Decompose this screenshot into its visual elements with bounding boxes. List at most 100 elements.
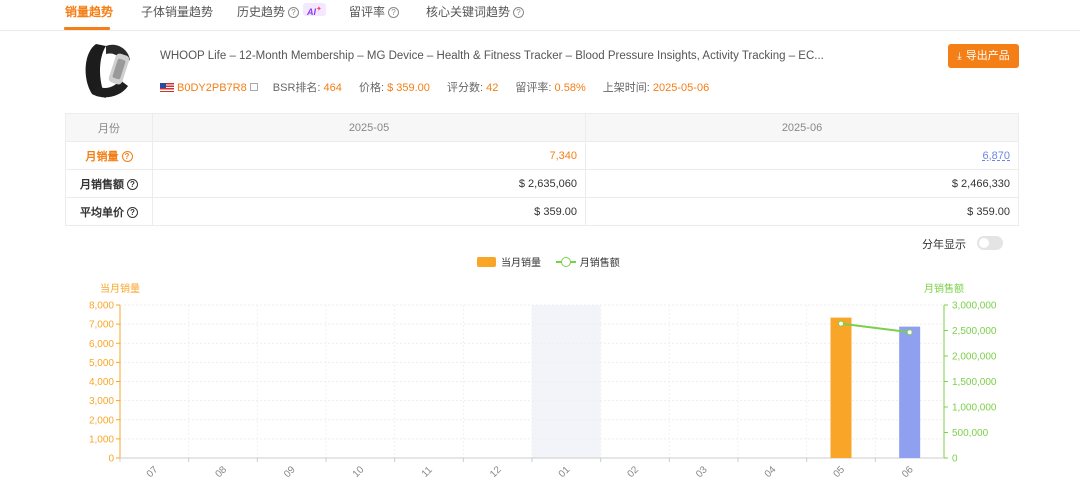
x-tick-label: 09 (282, 464, 298, 477)
month-column-header: 2025-05 (152, 113, 586, 142)
y-tick-label-left: 4,000 (89, 377, 114, 388)
table-header-row: 月份 2025-05 2025-06 (65, 113, 1019, 142)
tab-label: 销量趋势 (65, 5, 114, 19)
monthly-sales-table: 月份 2025-05 2025-06 月销量? 7,340 6,870 月销售额… (65, 113, 1019, 226)
row-label: 月销量 (85, 150, 119, 163)
tab-label: 子体销量趋势 (141, 5, 214, 19)
external-link-icon[interactable] (249, 83, 258, 91)
y-tick-label-right: 2,500,000 (952, 326, 997, 337)
product-meta: B0DY2PB7R8 BSR排名: 464 价格: $ 359.00 评分数: … (160, 79, 723, 95)
y-tick-label-left: 0 (108, 454, 114, 465)
ratings-value: 42 (486, 82, 499, 94)
x-tick-label: 02 (625, 464, 641, 477)
ai-badge-label: AI (307, 7, 317, 17)
legend-label: 月销售额 (579, 258, 620, 269)
help-icon[interactable]: ? (288, 7, 300, 18)
x-tick-label: 08 (213, 464, 229, 477)
export-product-button[interactable]: ⤓ 导出产品 (948, 44, 1019, 68)
x-tick-label: 03 (694, 464, 710, 477)
help-icon[interactable]: ? (513, 7, 525, 18)
y-tick-label-right: 2,000,000 (952, 352, 997, 363)
table-cell[interactable]: 6,870 (585, 141, 1019, 170)
tab-bar: 销量趋势 子体销量趋势 历史趋势? AI✦ 留评率? 核心关键词趋势? (0, 0, 1080, 31)
row-label: 月销售额 (80, 178, 124, 191)
x-tick-label: 10 (351, 464, 367, 477)
review-rate-value: 0.58% (554, 82, 586, 94)
x-tick-label: 06 (900, 464, 916, 477)
month-header: 月份 (65, 113, 153, 142)
y-tick-label-right: 0 (952, 454, 958, 465)
revenue-point (838, 320, 844, 327)
tab-label: 历史趋势 (237, 5, 286, 19)
month-column-header: 2025-06 (585, 113, 1019, 142)
line-swatch-icon (555, 257, 576, 267)
table-cell: $ 2,635,060 (152, 169, 586, 198)
ai-badge: AI✦ (303, 3, 326, 17)
bsr-value: 464 (323, 82, 342, 94)
y-tick-label-left: 5,000 (89, 358, 114, 369)
tab-keyword-trend[interactable]: 核心关键词趋势? (426, 3, 525, 25)
legend-item-revenue[interactable]: 月销售额 (544, 257, 620, 269)
y-tick-label-left: 1,000 (89, 434, 114, 445)
y-tick-label-right: 1,000,000 (952, 403, 997, 414)
x-tick-label: 07 (145, 464, 161, 477)
ratings: 评分数: 42 (447, 82, 498, 94)
row-label-monthly-units: 月销量? (65, 141, 153, 170)
listed-value: 2025-05-06 (652, 82, 710, 94)
bar-06 (899, 326, 921, 458)
y-tick-label-left: 3,000 (89, 396, 114, 407)
tab-label: 核心关键词趋势 (426, 5, 511, 19)
y-tick-label-right: 3,000,000 (952, 301, 997, 312)
x-tick-label: 11 (420, 464, 435, 477)
row-label: 平均单价 (80, 206, 124, 219)
table-cell: $ 359.00 (152, 197, 586, 226)
price: 价格: $ 359.00 (359, 82, 430, 94)
legend-label: 当月销量 (501, 258, 541, 269)
tab-review-rate[interactable]: 留评率? (349, 3, 400, 25)
x-tick-label: 12 (488, 464, 504, 477)
download-icon: ⤓ (957, 51, 962, 62)
sales-chart: 0 1,000 2,000 3,000 4,000 5,000 6,000 7,000 8,00… (89, 282, 997, 477)
row-label-avg-price: 平均单价? (65, 197, 153, 226)
help-icon[interactable]: ? (121, 150, 133, 162)
sparkle-icon: ✦ (316, 6, 322, 13)
y-axis-title-right: 月销售额 (924, 282, 964, 295)
highlight-band (532, 305, 601, 458)
asin-link[interactable]: B0DY2PB7R8 (177, 82, 247, 94)
help-icon[interactable]: ? (388, 7, 400, 18)
tab-history-trend[interactable]: 历史趋势? AI✦ (237, 3, 326, 25)
active-tab-indicator (64, 27, 110, 30)
bar-05 (830, 317, 852, 458)
price-label: 价格: (358, 82, 385, 94)
y-tick-label-left: 6,000 (89, 339, 114, 350)
year-split-toggle[interactable] (977, 236, 1003, 250)
review-rate: 留评率: 0.58% (515, 82, 585, 94)
year-split-label: 分年显示 (922, 239, 966, 251)
price-value: $ 359.00 (387, 82, 430, 94)
bsr: BSR排名: 464 (273, 82, 342, 94)
row-label-monthly-revenue: 月销售额? (65, 169, 153, 198)
chart-legend: 当月销量 月销售额 (477, 254, 620, 269)
table-cell: $ 2,466,330 (585, 169, 1019, 198)
us-flag-icon (160, 83, 174, 92)
bsr-label: BSR排名: (272, 82, 321, 94)
listed-label: 上架时间: (602, 82, 650, 94)
tab-child-sales-trend[interactable]: 子体销量趋势 (141, 3, 213, 25)
help-icon[interactable]: ? (127, 178, 138, 190)
legend-item-units[interactable]: 当月销量 (477, 257, 541, 269)
x-tick-label: 04 (763, 464, 779, 477)
product-title[interactable]: WHOOP Life – 12-Month Membership – MG De… (160, 50, 824, 62)
table-row: 平均单价? $ 359.00 $ 359.00 (65, 197, 1019, 226)
x-tick-label: 01 (557, 464, 573, 477)
product-image[interactable] (76, 38, 140, 102)
table-row: 月销售额? $ 2,635,060 $ 2,466,330 (65, 169, 1019, 198)
table-cell: 7,340 (152, 141, 586, 170)
review-rate-label: 留评率: (515, 82, 552, 94)
y-tick-label-left: 8,000 (89, 301, 114, 312)
y-tick-label-right: 1,500,000 (952, 377, 997, 388)
bar-swatch-icon (477, 257, 496, 267)
tab-sales-trend[interactable]: 销量趋势 (65, 3, 113, 25)
y-tick-label-left: 2,000 (89, 415, 114, 426)
listed-date: 上架时间: 2025-05-06 (603, 82, 709, 94)
help-icon[interactable]: ? (127, 206, 138, 218)
